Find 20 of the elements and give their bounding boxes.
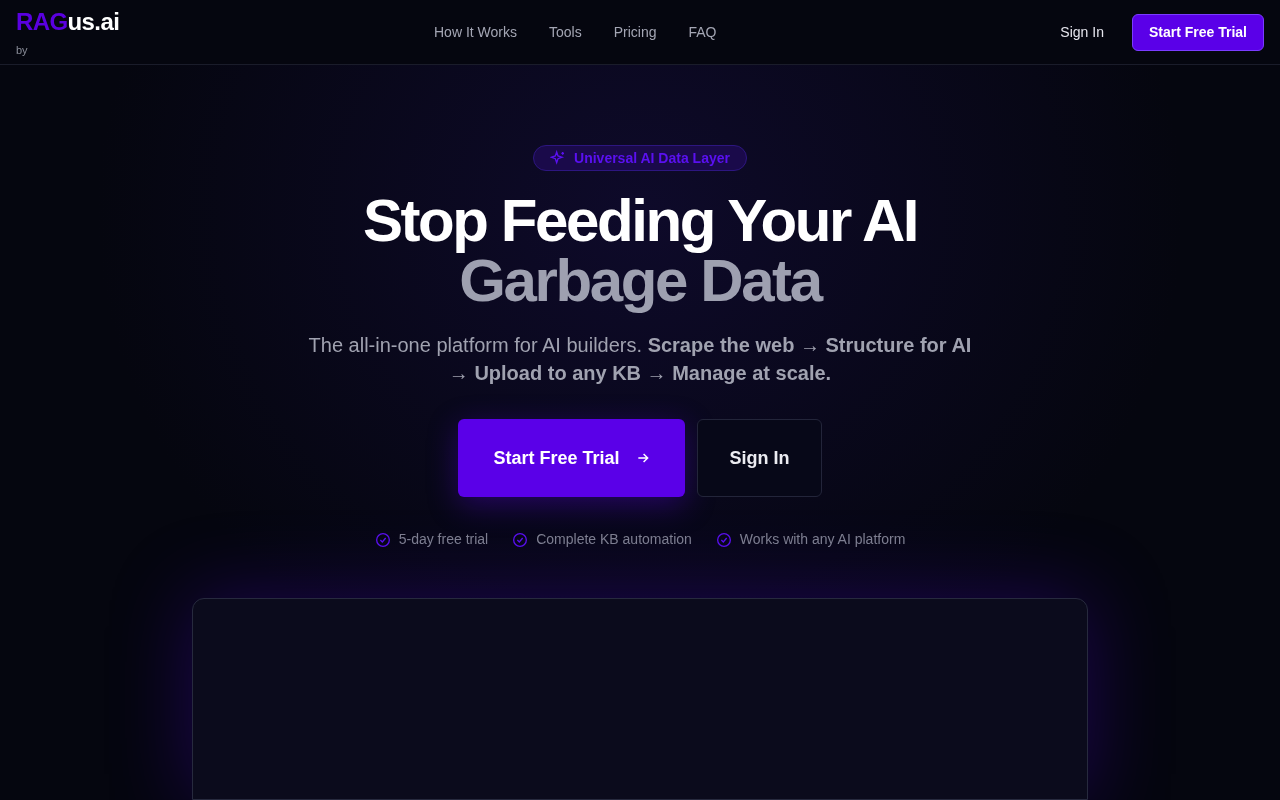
feature-text: Works with any AI platform	[739, 530, 906, 550]
badge: Universal AI Data Layer	[533, 145, 747, 172]
nav-link[interactable]: FAQ	[672, 14, 733, 51]
start-free-trial-button[interactable]: Start Free Trial	[458, 419, 685, 498]
sign-in-link[interactable]: Sign In	[1044, 13, 1120, 51]
check-circle-icon	[512, 531, 529, 548]
headline: Stop Feeding Your AI	[362, 191, 918, 252]
nav-link[interactable]: Tools	[533, 14, 598, 51]
logo-byline: by	[16, 42, 29, 58]
feature-text: Complete KB automation	[536, 530, 692, 550]
nav-link[interactable]: Pricing	[597, 14, 673, 51]
subtitle: The all-in-one platform for AI builders. Scrape the web → Structure for AI → Upload to any KB → Manage at scale.	[307, 333, 973, 387]
logo[interactable]: RAGus.ai	[16, 9, 120, 34]
nav-link[interactable]: How It Works	[418, 14, 533, 51]
feature-text: 5-day free trial	[398, 530, 489, 550]
check-circle-icon	[715, 531, 732, 548]
sparkle-icon	[550, 150, 567, 167]
check-circle-icon	[374, 531, 391, 548]
start-free-trial-button[interactable]: Start Free Trial	[1131, 13, 1264, 51]
sign-in-button[interactable]: Sign In	[697, 419, 822, 498]
